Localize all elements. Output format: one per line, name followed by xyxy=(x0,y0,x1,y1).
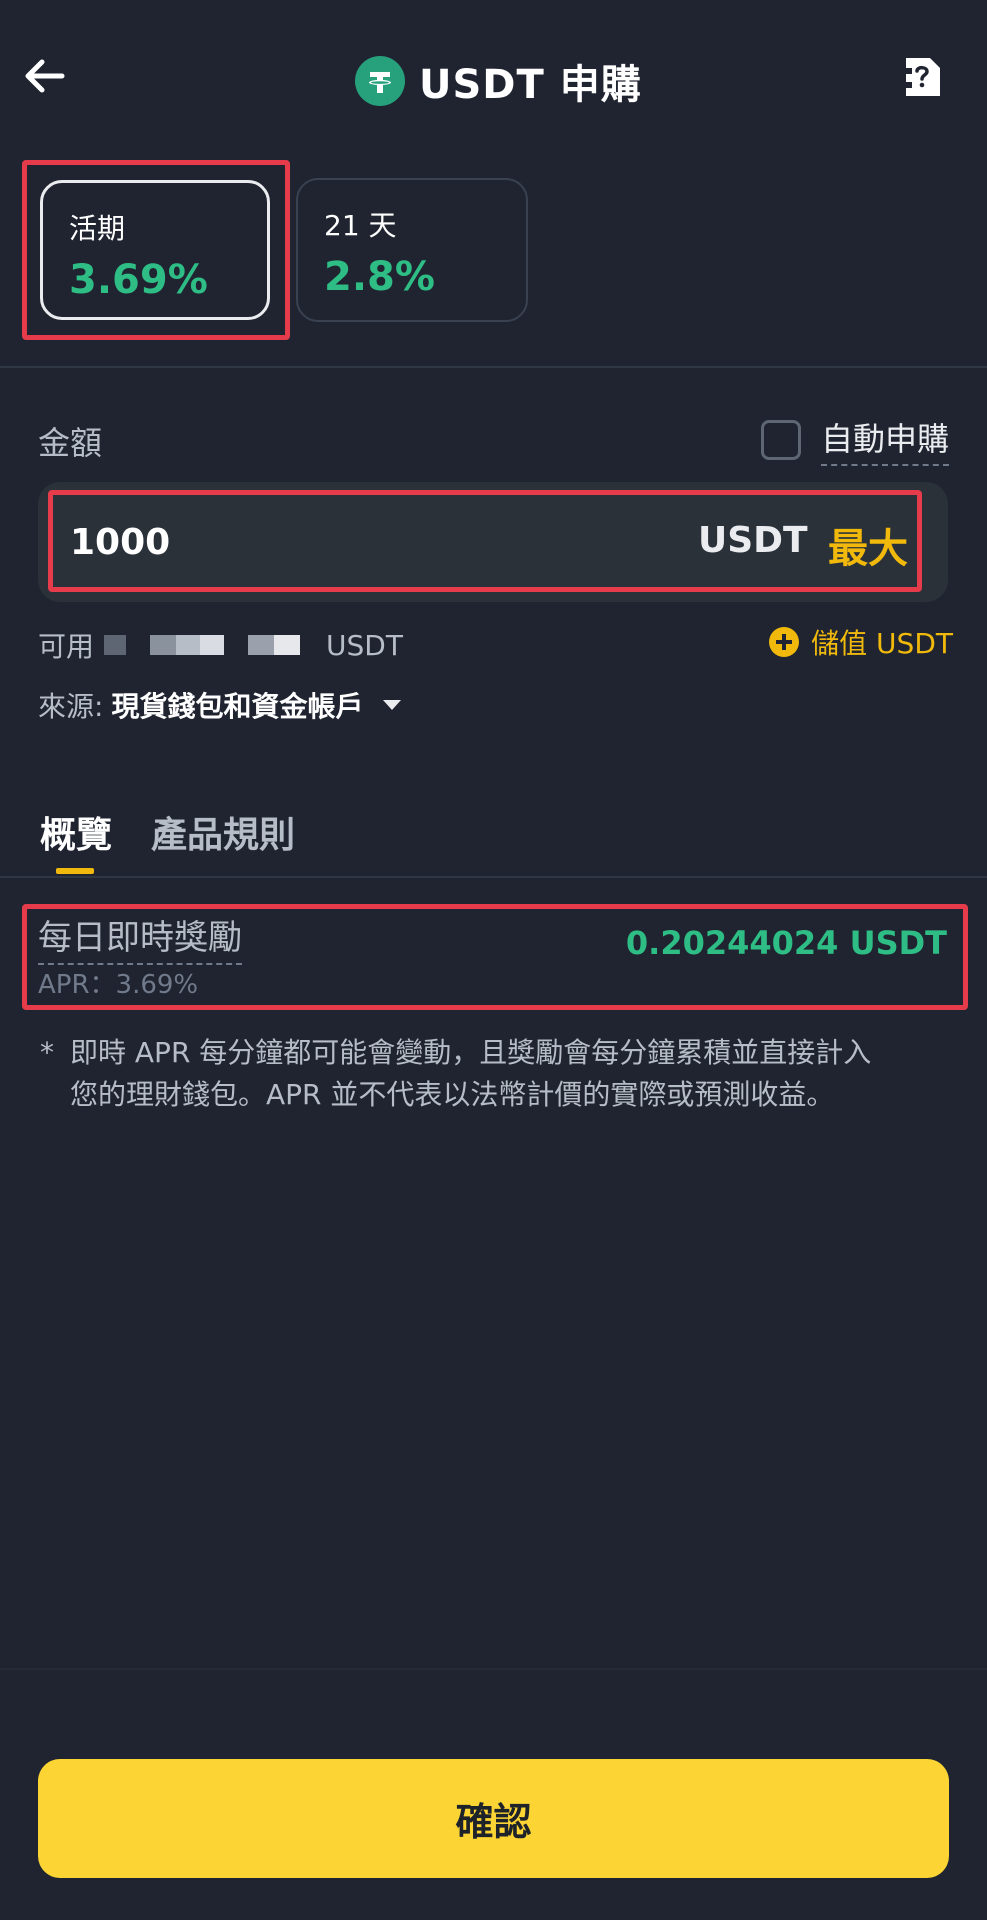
deposit-label: 儲值 USDT xyxy=(811,627,953,660)
help-document-icon xyxy=(906,58,940,96)
help-button[interactable] xyxy=(900,54,944,100)
amount-unit: USDT xyxy=(698,520,808,561)
masked-balance xyxy=(274,635,301,655)
term-label: 活期 xyxy=(69,212,126,245)
available-unit: USDT xyxy=(326,628,403,662)
daily-reward-value: 0.20244024 USDT xyxy=(625,924,947,962)
tether-icon xyxy=(355,56,405,106)
tab-indicator xyxy=(56,868,94,874)
masked-balance xyxy=(104,635,127,655)
plus-circle-icon xyxy=(769,627,800,657)
masked-balance xyxy=(248,635,275,655)
divider xyxy=(0,876,987,878)
term-card-21-days[interactable]: 21 天 2.8% xyxy=(296,178,528,322)
subscribe-page: USDT 申購 活期 3.69% 21 天 2.8% 金額 自動申購 USDT … xyxy=(0,0,987,1920)
term-rate: 2.8% xyxy=(324,254,435,300)
apr-disclaimer: 即時 APR 每分鐘都可能會變動，且獎勵會每分鐘累積並直接計入您的理財錢包。AP… xyxy=(70,1036,872,1111)
masked-balance xyxy=(150,635,177,655)
auto-subscribe: 自動申購 xyxy=(760,414,949,466)
source-selector: 來源: 現貨錢包和資金帳戶 xyxy=(38,685,402,725)
masked-balance xyxy=(176,635,201,655)
term-rate: 3.69% xyxy=(69,257,208,303)
confirm-button[interactable]: 確認 xyxy=(38,1759,949,1878)
note-asterisk: * xyxy=(40,1036,54,1069)
available-label: 可用 xyxy=(38,630,95,663)
amount-label: 金額 xyxy=(38,424,103,462)
arrow-left-icon xyxy=(25,59,65,93)
tab-overview[interactable]: 概覽 xyxy=(40,806,112,858)
title-group: USDT 申購 xyxy=(355,52,642,110)
back-button[interactable] xyxy=(22,54,66,98)
reward-apr: APR：3.69% xyxy=(38,970,199,1000)
masked-balance xyxy=(200,635,225,655)
amount-field: USDT 最大 xyxy=(38,482,948,602)
amount-input[interactable] xyxy=(70,514,570,570)
deposit-link[interactable]: 儲值 USDT xyxy=(769,622,953,662)
divider xyxy=(0,1668,987,1670)
daily-reward-label[interactable]: 每日即時獎勵 xyxy=(38,910,242,965)
source-value[interactable]: 現貨錢包和資金帳戶 xyxy=(111,685,363,725)
term-card-flexible[interactable]: 活期 3.69% xyxy=(40,180,270,320)
header: USDT 申購 xyxy=(0,0,987,160)
available-balance: 可用 USDT xyxy=(38,625,403,665)
caret-down-icon[interactable] xyxy=(383,700,402,710)
auto-subscribe-checkbox[interactable] xyxy=(760,420,801,460)
term-label: 21 天 xyxy=(324,209,397,242)
max-button[interactable]: 最大 xyxy=(828,516,908,574)
source-label: 來源: xyxy=(38,690,104,723)
divider xyxy=(0,366,987,368)
auto-subscribe-label[interactable]: 自動申購 xyxy=(820,414,949,466)
tab-product-rules[interactable]: 產品規則 xyxy=(151,806,295,858)
page-title: USDT 申購 xyxy=(419,62,642,108)
